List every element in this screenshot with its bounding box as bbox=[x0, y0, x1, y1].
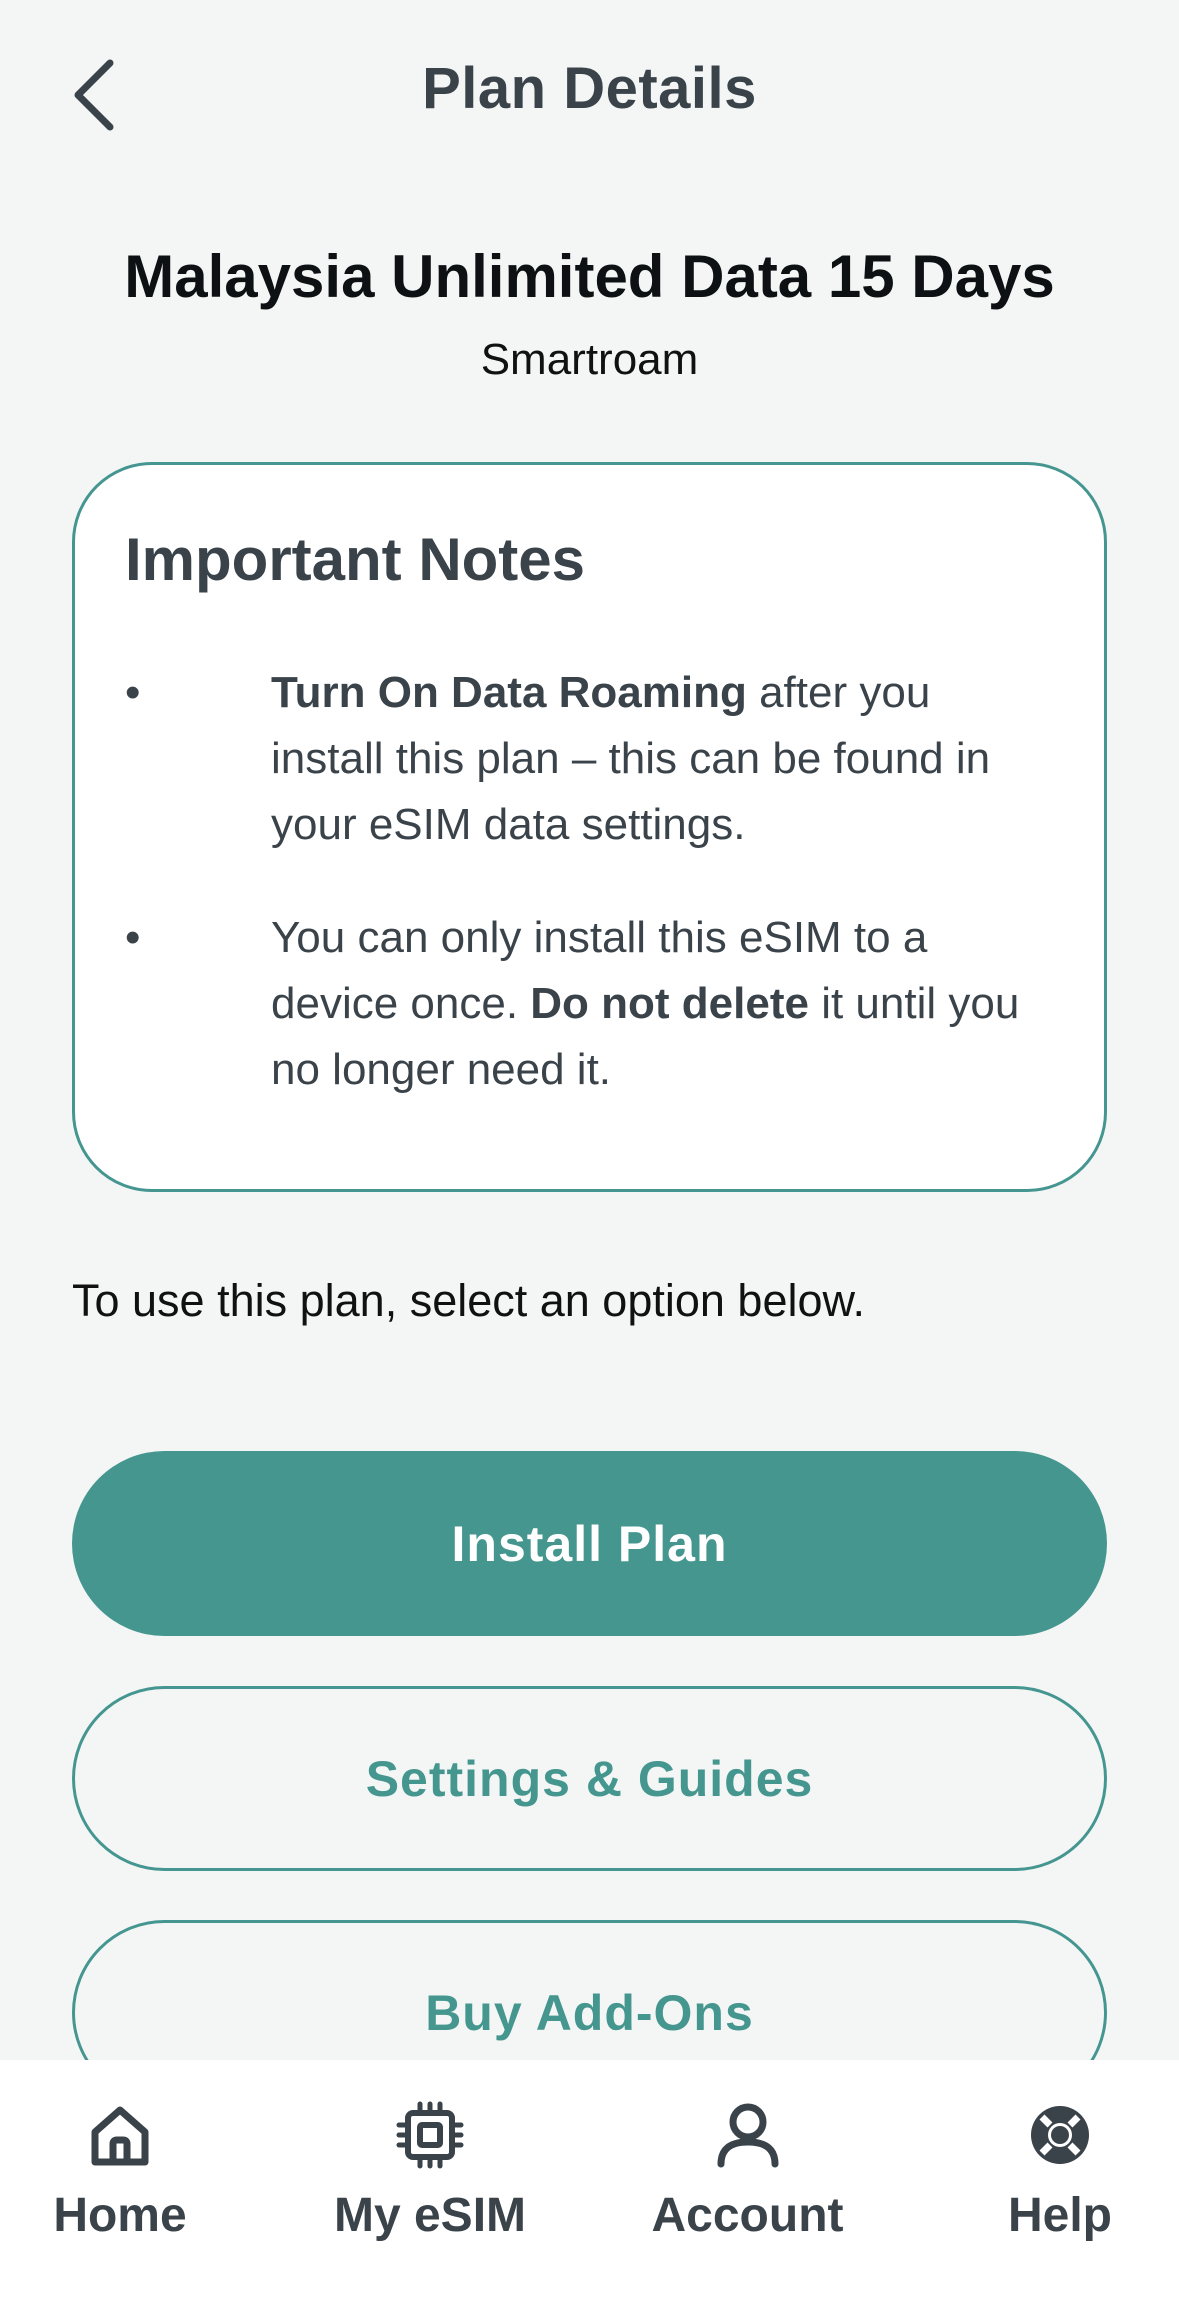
nav-label-account: Account bbox=[651, 2189, 844, 2242]
lifebuoy-icon bbox=[1025, 2100, 1095, 2170]
header: Plan Details bbox=[0, 0, 1179, 180]
plan-provider: Smartroam bbox=[480, 335, 699, 384]
home-icon bbox=[85, 2100, 155, 2170]
nav-item-my-esim[interactable]: My eSIM bbox=[320, 2100, 540, 2290]
nav-item-home[interactable]: Home bbox=[30, 2100, 210, 2290]
notes-title: Important Notes bbox=[125, 526, 586, 593]
page-title: Plan Details bbox=[422, 56, 757, 121]
note-item: • Turn On Data Roaming after you install… bbox=[125, 660, 1045, 860]
instruction-text: To use this plan, select an option below… bbox=[72, 1275, 866, 1326]
user-icon bbox=[713, 2100, 783, 2170]
note-bold-text: Turn On Data Roaming bbox=[271, 668, 747, 717]
bottom-nav: Home My eSIM Account Help bbox=[0, 2060, 1179, 2315]
bullet-icon: • bbox=[125, 668, 141, 717]
plan-title: Malaysia Unlimited Data 15 Days bbox=[124, 243, 1055, 310]
note-text: You can only install this eSIM to a devi… bbox=[271, 905, 1031, 1103]
settings-guides-button[interactable]: Settings & Guides bbox=[72, 1686, 1107, 1871]
nav-label-home: Home bbox=[53, 2189, 187, 2242]
nav-item-help[interactable]: Help bbox=[970, 2100, 1150, 2290]
note-text: Turn On Data Roaming after you install t… bbox=[271, 660, 1031, 858]
note-bold-text: Do not delete bbox=[530, 979, 809, 1028]
important-notes-card: Important Notes • Turn On Data Roaming a… bbox=[72, 462, 1107, 1192]
bullet-icon: • bbox=[125, 913, 141, 962]
nav-item-account[interactable]: Account bbox=[635, 2100, 860, 2290]
install-plan-button[interactable]: Install Plan bbox=[72, 1451, 1107, 1636]
nav-label-help: Help bbox=[1007, 2189, 1112, 2242]
nav-label-my-esim: My eSIM bbox=[333, 2189, 527, 2242]
note-item: • You can only install this eSIM to a de… bbox=[125, 905, 1045, 1105]
plan-details-screen: Plan Details Malaysia Unlimited Data 15 … bbox=[0, 0, 1179, 2315]
chip-icon bbox=[395, 2100, 465, 2170]
